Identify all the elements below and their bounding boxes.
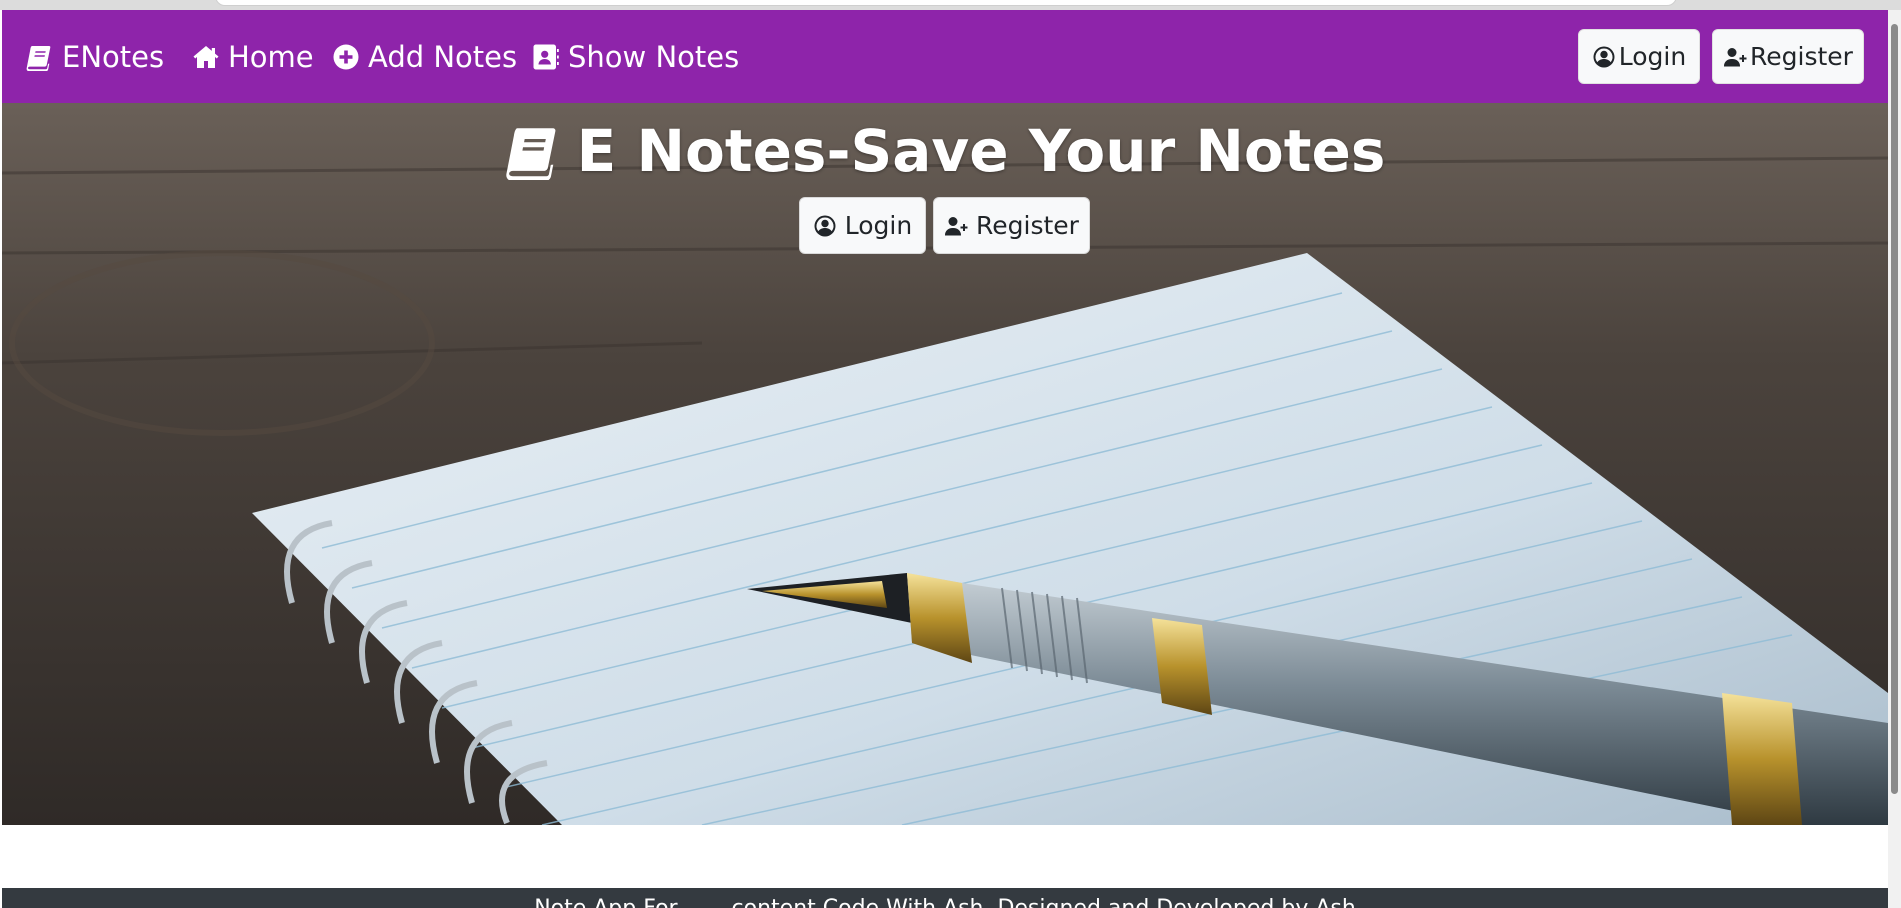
footer-text: Note App For... ... content Code With As… <box>534 896 1356 908</box>
nav-show-notes-label: Show Notes <box>568 39 740 74</box>
nav-login-button[interactable]: Login <box>1578 29 1700 84</box>
nav-show-notes-link[interactable]: Show Notes <box>532 10 739 103</box>
nav-register-button[interactable]: Register <box>1712 29 1864 84</box>
browser-chrome-top <box>0 0 1901 10</box>
hero-section: E Notes-Save Your Notes Login Register <box>2 103 1888 825</box>
hero-login-label: Login <box>844 211 913 240</box>
nav-add-notes-label: Add Notes <box>368 39 518 74</box>
user-circle-icon <box>814 215 836 236</box>
hero-title-text: E Notes-Save Your Notes <box>576 117 1386 185</box>
hero-register-label: Register <box>976 211 1079 240</box>
browser-address-bar[interactable] <box>215 0 1677 6</box>
page-viewport: ENotes Home Add Notes Show Notes Login R… <box>2 10 1888 908</box>
home-icon <box>193 45 219 68</box>
scrollbar-thumb[interactable] <box>1891 24 1898 794</box>
nav-home-link[interactable]: Home <box>192 10 314 103</box>
navbar: ENotes Home Add Notes Show Notes Login R… <box>2 10 1888 103</box>
user-plus-icon <box>945 216 968 235</box>
hero-register-button[interactable]: Register <box>933 197 1090 254</box>
hero-title: E Notes-Save Your Notes <box>2 113 1888 189</box>
hero-login-button[interactable]: Login <box>799 197 926 254</box>
navbar-brand[interactable]: ENotes <box>26 10 164 103</box>
book-icon <box>26 45 51 71</box>
page-scrollbar[interactable] <box>1888 10 1901 908</box>
address-book-icon <box>533 44 559 69</box>
nav-register-label: Register <box>1750 42 1853 71</box>
brand-label: ENotes <box>62 39 165 74</box>
plus-circle-icon <box>333 44 359 69</box>
user-circle-icon <box>1593 46 1615 67</box>
user-plus-icon <box>1724 47 1747 66</box>
nav-login-label: Login <box>1618 42 1687 71</box>
nav-add-notes-link[interactable]: Add Notes <box>332 10 517 103</box>
book-icon <box>505 128 556 180</box>
footer: Note App For... ... content Code With As… <box>2 888 1888 908</box>
nav-home-label: Home <box>228 39 314 74</box>
